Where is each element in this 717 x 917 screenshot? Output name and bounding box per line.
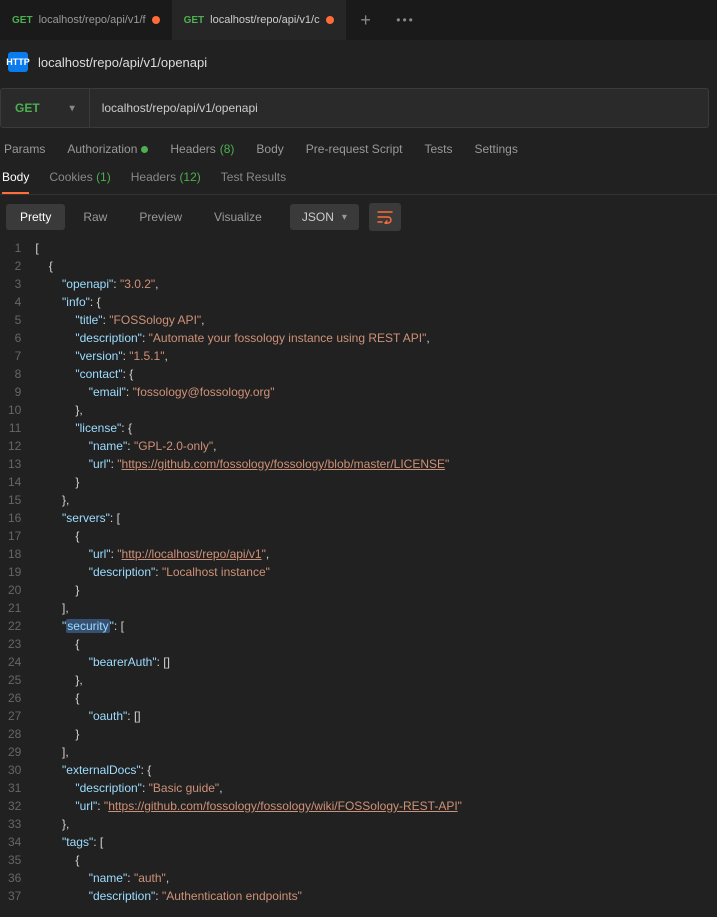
response-tabs: Body Cookies (1) Headers (12) Test Resul… bbox=[0, 164, 717, 195]
tab-tests[interactable]: Tests bbox=[424, 142, 452, 156]
method-select[interactable]: GET ▾ bbox=[1, 89, 90, 127]
tabs-bar: GET localhost/repo/api/v1/f GET localhos… bbox=[0, 0, 717, 40]
tab-request-0[interactable]: GET localhost/repo/api/v1/f bbox=[0, 0, 172, 40]
response-toolbar: Pretty Raw Preview Visualize JSON ▾ bbox=[0, 195, 717, 239]
resp-tab-body[interactable]: Body bbox=[2, 170, 29, 194]
method-value: GET bbox=[15, 101, 40, 115]
code-content[interactable]: [ { "openapi": "3.0.2", "info": { "title… bbox=[29, 239, 717, 905]
http-badge-icon: HTTP bbox=[8, 52, 28, 72]
wrap-icon bbox=[377, 210, 393, 224]
tab-headers[interactable]: Headers (8) bbox=[170, 142, 234, 156]
tab-title: localhost/repo/api/v1/c bbox=[210, 14, 319, 26]
request-title-row: HTTP localhost/repo/api/v1/openapi bbox=[0, 40, 717, 84]
lang-select[interactable]: JSON ▾ bbox=[290, 204, 359, 230]
resp-tab-test-results[interactable]: Test Results bbox=[221, 170, 286, 194]
wrap-lines-button[interactable] bbox=[369, 203, 401, 231]
tab-method-label: GET bbox=[12, 15, 33, 26]
tab-body[interactable]: Body bbox=[256, 142, 283, 156]
url-bar: GET ▾ bbox=[0, 88, 709, 128]
view-preview-button[interactable]: Preview bbox=[125, 204, 196, 230]
request-title: localhost/repo/api/v1/openapi bbox=[38, 55, 207, 70]
resp-tab-headers[interactable]: Headers (12) bbox=[131, 170, 201, 194]
tab-title: localhost/repo/api/v1/f bbox=[39, 14, 146, 26]
tab-method-label: GET bbox=[184, 15, 205, 26]
view-visualize-button[interactable]: Visualize bbox=[200, 204, 276, 230]
tab-settings[interactable]: Settings bbox=[475, 142, 518, 156]
tab-params[interactable]: Params bbox=[4, 142, 45, 156]
tab-pre-request[interactable]: Pre-request Script bbox=[306, 142, 403, 156]
active-dot-icon bbox=[141, 146, 148, 153]
request-tabs: Params Authorization Headers (8) Body Pr… bbox=[0, 128, 717, 164]
tab-authorization[interactable]: Authorization bbox=[67, 142, 148, 156]
line-gutter: 1234567891011121314151617181920212223242… bbox=[0, 239, 29, 905]
chevron-down-icon: ▾ bbox=[70, 103, 75, 114]
unsaved-indicator-icon bbox=[326, 16, 334, 24]
response-body-editor[interactable]: 1234567891011121314151617181920212223242… bbox=[0, 239, 717, 905]
resp-tab-cookies[interactable]: Cookies (1) bbox=[49, 170, 110, 194]
lang-value: JSON bbox=[302, 210, 334, 224]
tab-request-1[interactable]: GET localhost/repo/api/v1/c bbox=[172, 0, 346, 40]
chevron-down-icon: ▾ bbox=[342, 212, 347, 223]
view-pretty-button[interactable]: Pretty bbox=[6, 204, 65, 230]
view-raw-button[interactable]: Raw bbox=[69, 204, 121, 230]
unsaved-indicator-icon bbox=[152, 16, 160, 24]
new-tab-button[interactable]: + bbox=[346, 0, 386, 40]
url-input[interactable] bbox=[90, 89, 708, 127]
tab-overflow-button[interactable]: ••• bbox=[386, 0, 426, 40]
